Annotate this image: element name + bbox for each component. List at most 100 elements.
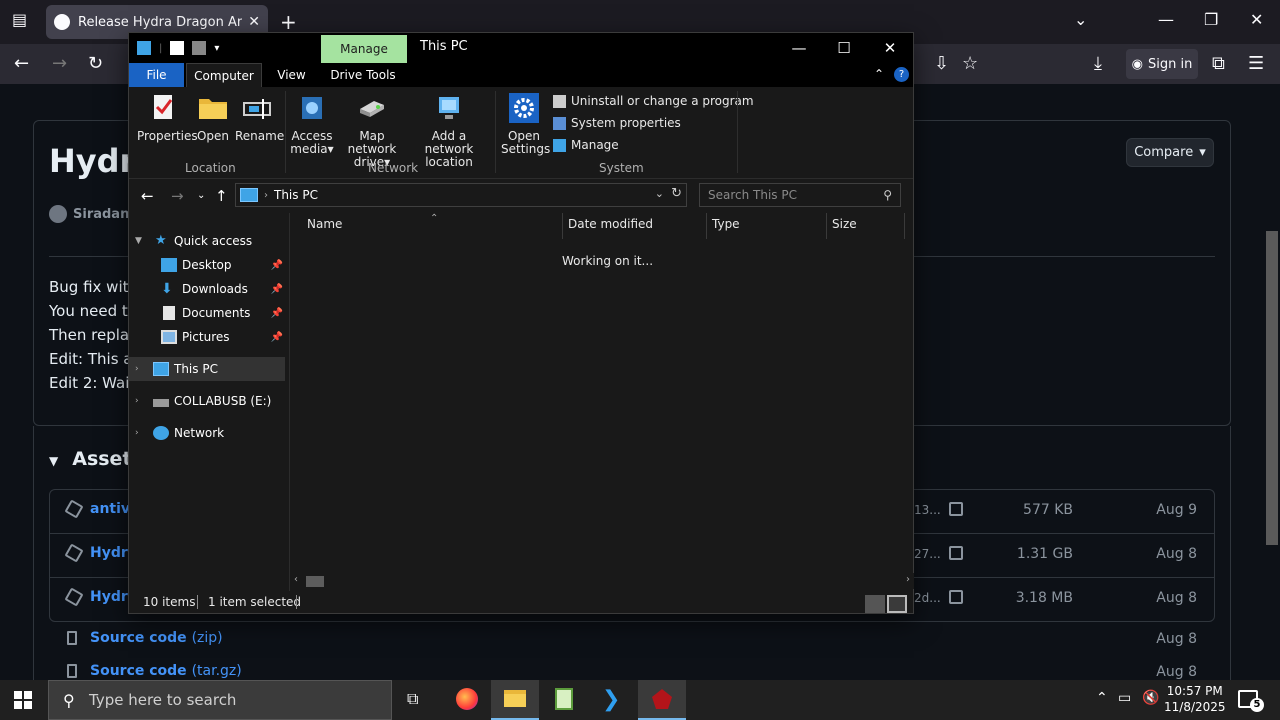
- column-name[interactable]: Name: [307, 217, 342, 231]
- menu-icon[interactable]: ☰: [1248, 53, 1264, 74]
- close-browser-button[interactable]: ✕: [1250, 10, 1263, 29]
- volume-muted-icon[interactable]: 🔇: [1142, 690, 1159, 706]
- horizontal-scrollbar[interactable]: ‹ ›: [290, 573, 914, 589]
- asset-date: Aug 8: [1156, 590, 1197, 606]
- nav-pictures[interactable]: Pictures 📌: [129, 325, 285, 349]
- system-properties-button[interactable]: System properties: [553, 116, 681, 130]
- customize-qat-icon[interactable]: ▾: [214, 43, 219, 54]
- copy-icon[interactable]: [949, 502, 963, 516]
- address-dropdown-icon[interactable]: ⌄: [655, 187, 664, 200]
- windows-start-button[interactable]: [14, 691, 32, 709]
- tab-view[interactable]: View: [269, 63, 314, 87]
- maximize-button[interactable]: ☐: [824, 37, 864, 59]
- taskbar-vscode[interactable]: ❯: [589, 680, 637, 720]
- copy-icon[interactable]: [949, 546, 963, 560]
- properties-qat-icon[interactable]: [170, 41, 185, 55]
- manage-button[interactable]: Manage: [553, 138, 619, 152]
- search-input[interactable]: Search This PC ⚲: [699, 183, 901, 207]
- nav-documents[interactable]: Documents 📌: [129, 301, 285, 325]
- source-code-link[interactable]: Source code (tar.gz): [90, 663, 242, 679]
- column-date-modified[interactable]: Date modified: [568, 217, 653, 231]
- rename-button[interactable]: Rename: [235, 93, 284, 143]
- add-network-location-button[interactable]: Add a network location: [410, 93, 488, 169]
- pin-icon[interactable]: 📌: [271, 308, 283, 319]
- taskbar-file-explorer[interactable]: [491, 680, 539, 720]
- maximize-browser-button[interactable]: ❐: [1204, 10, 1218, 29]
- access-media-button[interactable]: Access media▾: [289, 93, 335, 156]
- column-separator[interactable]: [562, 213, 563, 239]
- nav-desktop[interactable]: Desktop 📌: [129, 253, 285, 277]
- scroll-left-icon[interactable]: ‹: [294, 574, 298, 585]
- nav-usb-drive[interactable]: › COLLABUSB (E:): [129, 389, 285, 413]
- column-size[interactable]: Size: [832, 217, 857, 231]
- column-separator[interactable]: [826, 213, 827, 239]
- triangle-down-icon: ▼: [49, 454, 59, 468]
- sign-in-button[interactable]: ◉ Sign in: [1126, 49, 1198, 79]
- save-page-icon[interactable]: ⇩: [934, 53, 949, 74]
- pin-icon[interactable]: 📌: [271, 260, 283, 271]
- close-tab-icon[interactable]: ✕: [248, 14, 260, 30]
- horizontal-scrollbar-thumb[interactable]: [306, 576, 324, 587]
- notification-center-button[interactable]: 5: [1238, 690, 1264, 712]
- details-view-button[interactable]: [865, 595, 885, 613]
- compare-button[interactable]: Compare ▾: [1126, 138, 1214, 167]
- bookmark-star-icon[interactable]: ☆: [962, 53, 978, 74]
- taskbar-firefox[interactable]: [443, 680, 491, 720]
- new-tab-button[interactable]: +: [280, 10, 297, 34]
- tab-list-icon[interactable]: ▤: [12, 10, 27, 29]
- taskbar: ⚲ Type here to search ⧉ ❯ ⌃ ▭ 🔇 10:57 PM…: [0, 680, 1280, 720]
- show-hidden-icons-chevron-icon[interactable]: ⌃: [1096, 690, 1108, 706]
- forward-icon[interactable]: →: [52, 53, 67, 74]
- column-type[interactable]: Type: [712, 217, 740, 231]
- back-icon[interactable]: ←: [141, 187, 154, 205]
- tab-overflow-chevron-icon[interactable]: ⌄: [1074, 10, 1087, 29]
- minimize-browser-button[interactable]: —: [1158, 10, 1174, 29]
- source-code-link[interactable]: Source code (zip): [90, 630, 223, 646]
- up-icon[interactable]: ↑: [215, 187, 228, 205]
- column-separator[interactable]: [904, 213, 905, 239]
- new-folder-qat-icon[interactable]: [192, 41, 207, 55]
- pin-icon[interactable]: 📌: [271, 284, 283, 295]
- column-separator[interactable]: [706, 213, 707, 239]
- close-button[interactable]: ✕: [870, 37, 910, 59]
- taskbar-search-input[interactable]: ⚲ Type here to search: [48, 680, 392, 720]
- open-button[interactable]: Open: [193, 93, 233, 143]
- reload-icon[interactable]: ↻: [88, 53, 103, 74]
- help-icon[interactable]: ?: [894, 67, 909, 82]
- address-bar[interactable]: › This PC ⌄ ↻: [235, 183, 687, 207]
- minimize-button[interactable]: —: [779, 37, 819, 59]
- nav-downloads[interactable]: ⬇ Downloads 📌: [129, 277, 285, 301]
- copy-icon[interactable]: [949, 590, 963, 604]
- back-icon[interactable]: ←: [14, 53, 29, 74]
- uninstall-program-button[interactable]: Uninstall or change a program: [553, 94, 754, 108]
- map-network-drive-button[interactable]: Map network drive▾: [336, 93, 408, 169]
- extensions-icon[interactable]: ⧉: [1212, 53, 1225, 74]
- tab-computer[interactable]: Computer: [186, 63, 262, 87]
- open-settings-button[interactable]: Open Settings: [501, 93, 550, 156]
- pin-icon[interactable]: 📌: [271, 332, 283, 343]
- address-bar-row: ← → ⌄ ↑ › This PC ⌄ ↻ Search This PC ⚲: [129, 181, 913, 211]
- release-author[interactable]: Siradank: [49, 205, 138, 223]
- downloads-icon[interactable]: ⤓: [1094, 53, 1102, 74]
- manage-context-tab[interactable]: Manage: [321, 35, 407, 63]
- forward-icon[interactable]: →: [171, 187, 184, 205]
- recent-locations-chevron-icon[interactable]: ⌄: [197, 190, 205, 201]
- network-tray-icon[interactable]: ▭: [1118, 690, 1131, 706]
- nav-quick-access[interactable]: ▼ ★ Quick access: [129, 229, 285, 253]
- tab-file[interactable]: File: [129, 63, 184, 87]
- nav-network[interactable]: › Network: [129, 421, 285, 445]
- system-clock[interactable]: 10:57 PM 11/8/2025: [1164, 683, 1226, 715]
- properties-button[interactable]: Properties: [137, 93, 198, 143]
- task-view-button[interactable]: ⧉: [392, 680, 440, 720]
- nav-this-pc[interactable]: › This PC: [129, 357, 285, 381]
- scroll-right-icon[interactable]: ›: [906, 574, 910, 585]
- network-icon: [153, 426, 169, 440]
- taskbar-hydra-dragon[interactable]: [638, 680, 686, 720]
- collapse-ribbon-icon[interactable]: ⌃: [874, 67, 884, 81]
- page-scrollbar-thumb[interactable]: [1266, 231, 1278, 545]
- taskbar-notepad[interactable]: [540, 680, 588, 720]
- large-icons-view-button[interactable]: [887, 595, 907, 613]
- settings-gear-icon: [509, 93, 539, 123]
- tab-drive-tools[interactable]: Drive Tools: [325, 63, 401, 87]
- refresh-icon[interactable]: ↻: [671, 186, 682, 201]
